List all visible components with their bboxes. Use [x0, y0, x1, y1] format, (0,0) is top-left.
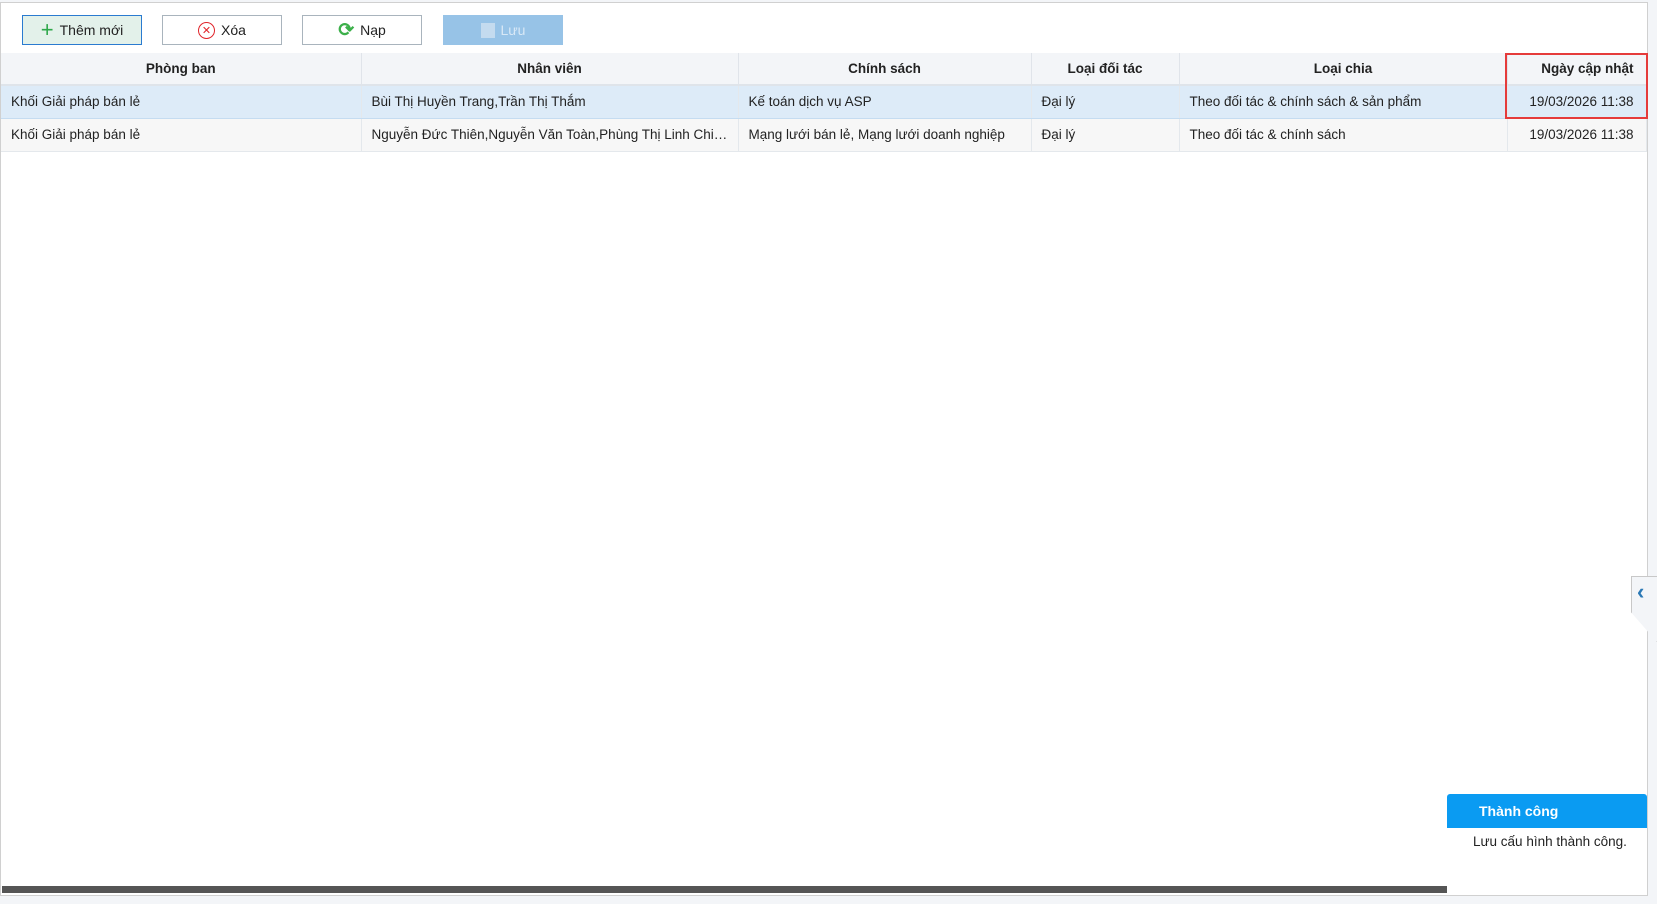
column-header-split-type[interactable]: Loại chia — [1179, 53, 1508, 86]
chevron-left-icon: ‹ — [1637, 579, 1645, 604]
cell-policy: Kế toán dịch vụ ASP — [738, 85, 1032, 119]
save-button[interactable]: Lưu — [443, 15, 563, 45]
cell-split-type: Theo đối tác & chính sách & sản phẩm — [1179, 85, 1508, 119]
reload-button[interactable]: ⟳ Nạp — [302, 15, 422, 45]
column-header-employee[interactable]: Nhân viên — [361, 53, 739, 86]
table-row[interactable]: Khối Giải pháp bán lẻ Nguyễn Đức Thiên,N… — [1, 118, 1647, 152]
toast-message: Lưu cấu hình thành công. — [1473, 834, 1627, 849]
horizontal-scrollbar[interactable] — [2, 886, 1447, 893]
cell-employee: Bùi Thị Huyền Trang,Trần Thị Thắm — [361, 85, 739, 119]
cell-department: Khối Giải pháp bán lẻ — [1, 118, 362, 152]
delete-button[interactable]: ✕ Xóa — [162, 15, 282, 45]
cell-updated-date: 19/03/2026 11:38 — [1507, 85, 1647, 119]
config-table: Phòng ban Nhân viên Chính sách Loại đối … — [1, 53, 1647, 152]
column-header-department[interactable]: Phòng ban — [1, 53, 362, 86]
cell-policy: Mạng lưới bán lẻ, Mạng lưới doanh nghiệp — [738, 118, 1032, 152]
floppy-disk-icon — [480, 22, 495, 38]
plus-icon: + — [40, 17, 54, 42]
cell-updated-date: 19/03/2026 11:38 — [1507, 118, 1647, 152]
cell-department: Khối Giải pháp bán lẻ — [1, 85, 362, 119]
cell-employee: Nguyễn Đức Thiên,Nguyễn Văn Toàn,Phùng T… — [361, 118, 739, 152]
refresh-icon: ⟳ — [338, 19, 355, 41]
cell-partner-type: Đại lý — [1031, 118, 1180, 152]
table-row[interactable]: Khối Giải pháp bán lẻ Bùi Thị Huyền Tran… — [1, 85, 1647, 119]
cell-split-type: Theo đối tác & chính sách — [1179, 118, 1508, 152]
toast-title: Thành công — [1447, 794, 1647, 828]
column-header-partner-type[interactable]: Loại đối tác — [1031, 53, 1180, 86]
add-button[interactable]: + Thêm mới — [22, 15, 142, 45]
column-header-updated-date[interactable]: Ngày cập nhật — [1507, 53, 1647, 86]
success-toast: Thành công Lưu cấu hình thành công. — [1447, 794, 1647, 894]
cell-partner-type: Đại lý — [1031, 85, 1180, 119]
close-circle-icon: ✕ — [198, 21, 216, 39]
column-header-policy[interactable]: Chính sách — [738, 53, 1032, 86]
